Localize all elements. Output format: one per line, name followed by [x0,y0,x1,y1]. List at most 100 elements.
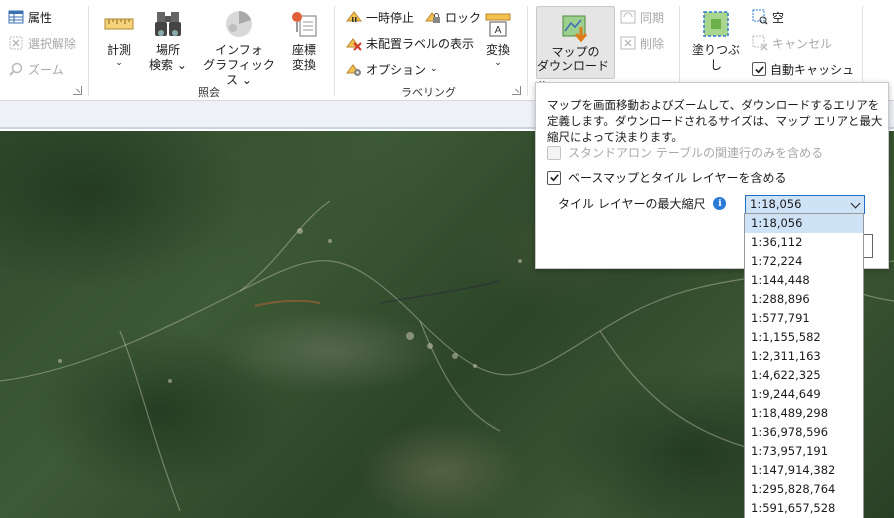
standalone-tables-label: スタンドアロン テーブルの関連行のみを含める [568,146,824,160]
max-scale-select[interactable]: 1:18,056 [745,195,865,214]
scale-option[interactable]: 1:18,056 [745,214,863,233]
scale-option[interactable]: 1:288,896 [745,290,863,309]
cancel-button[interactable]: キャンセル [752,32,832,54]
table-icon [8,9,24,25]
pause-labeling-button[interactable]: 一時停止 [345,6,415,28]
scale-option[interactable]: 1:2,311,163 [745,347,863,366]
infographics-icon [223,8,255,40]
download-label-text: ダウンロード [537,59,610,73]
chevron-down-icon: ⌄ [430,64,438,74]
label-options-button[interactable]: オプション ⌄ [346,58,438,80]
remove-button[interactable]: 削除 [620,32,664,54]
scale-option[interactable]: 1:577,791 [745,309,863,328]
checkbox-checked-icon [547,170,561,185]
group-divider [334,6,335,96]
fill-button[interactable]: 塗りつぶし [688,8,744,73]
label-options-icon [346,61,362,77]
popup-action-button[interactable] [863,234,873,258]
scale-option[interactable]: 1:591,657,528 [745,499,863,518]
locate-label-text: 検索 [149,58,174,72]
clear-selection-icon [8,35,24,51]
sync-button[interactable]: 同期 [620,6,664,28]
scale-option[interactable]: 1:144,448 [745,271,863,290]
cancel-label: キャンセル [772,36,833,51]
zoom-to-selection-button[interactable]: ズーム [8,58,64,80]
max-scale-label: タイル レイヤーの最大縮尺 [558,197,706,211]
scale-option[interactable]: 1:9,244,649 [745,385,863,404]
auto-cache-label: 自動キャッシュ [770,62,855,77]
measure-label: 計測 [106,43,131,57]
empty-label: 空 [772,10,785,25]
unplaced-labels-button[interactable]: 未配置ラベルの表示 [346,32,474,54]
binoculars-icon [152,8,184,40]
max-scale-selected-value: 1:18,056 [750,197,802,211]
labeling-group-launcher-icon[interactable] [512,86,521,95]
zoom-label: ズーム [28,62,64,77]
chevron-down-icon [850,198,861,209]
scale-option[interactable]: 1:36,978,596 [745,423,863,442]
options-label: オプション [366,62,427,77]
max-scale-label-row: タイル レイヤーの最大縮尺 i [558,195,727,212]
sync-icon [620,9,636,25]
lock-labels-button[interactable]: ロック [425,6,481,28]
scale-option[interactable]: 1:36,112 [745,233,863,252]
lock-label: ロック [445,10,482,25]
remove-icon [620,35,636,51]
query-group-label: 照会 [198,86,220,99]
info-icon[interactable]: i [713,197,727,210]
pause-label: 一時停止 [366,10,415,25]
scale-option[interactable]: 1:1,155,582 [745,328,863,347]
coordinate-pin-icon [288,8,320,40]
download-label-line1: マップの [551,45,600,59]
cancel-icon [752,35,768,51]
include-basemap-checkbox[interactable]: ベースマップとタイル レイヤーを含める [547,169,787,186]
scale-option[interactable]: 1:73,957,191 [745,442,863,461]
popup-description: マップを画面移動およびズームして、ダウンロードするエリアを定義します。ダウンロー… [547,98,883,144]
selection-group-launcher-icon[interactable] [73,86,82,95]
zoom-icon [8,61,24,77]
empty-selection-icon [752,9,768,25]
group-divider [527,6,528,96]
download-map-button[interactable]: マップの ダウンロード ⌄ [536,6,615,87]
scale-dropdown-list: 1:18,056 1:36,112 1:72,224 1:144,448 1:2… [744,213,864,518]
scale-option[interactable]: 1:4,622,325 [745,366,863,385]
convert-text-icon: A [482,8,514,40]
locate-label-line1: 場所 [155,43,180,57]
coordinate-label-line1: 座標 [291,43,316,57]
svg-text:A: A [495,25,502,36]
convert-label: 変換 [485,43,510,57]
attributes-label: 属性 [28,10,53,25]
scale-option[interactable]: 1:72,224 [745,252,863,271]
chevron-down-icon: ⌄ [494,58,502,68]
ruler-icon [103,8,135,40]
checkbox-unchecked-icon [547,145,561,160]
fill-icon [700,8,732,40]
empty-button[interactable]: 空 [752,6,784,28]
attributes-button[interactable]: 属性 [8,6,52,28]
labeling-group-label: ラベリング [401,86,456,99]
group-divider [88,6,89,96]
sync-label: 同期 [640,10,665,25]
unplaced-label-icon [346,35,362,51]
scale-option[interactable]: 1:18,489,298 [745,404,863,423]
scale-option[interactable]: 1:295,828,764 [745,480,863,499]
include-basemap-label: ベースマップとタイル レイヤーを含める [568,171,787,185]
locate-button[interactable]: 場所 検索 ⌄ [146,8,190,73]
infographics-button[interactable]: インフォ グラフィックス ⌄ [200,8,278,88]
convert-coordinates-button[interactable]: 座標 変換 [286,8,322,73]
convert-labels-button[interactable]: A 変換 ⌄ [480,8,516,68]
measure-button[interactable]: 計測 ⌄ [100,8,138,68]
remove-label: 削除 [640,36,665,51]
checkbox-checked-icon [752,62,766,76]
scale-option[interactable]: 1:147,914,382 [745,461,863,480]
fill-label: 塗りつぶし [691,43,741,72]
standalone-tables-checkbox[interactable]: スタンドアロン テーブルの関連行のみを含める [547,144,823,161]
auto-cache-checkbox[interactable]: 自動キャッシュ [752,58,854,80]
locate-label-line2: 検索 ⌄ [149,58,187,72]
infographics-label-line1: インフォ [215,43,263,57]
clear-selection-button[interactable]: 選択解除 [8,32,76,54]
coordinate-label-line2: 変換 [291,58,316,72]
pause-label-icon [345,9,363,25]
unplaced-label: 未配置ラベルの表示 [366,36,475,51]
lock-icon [425,9,441,25]
